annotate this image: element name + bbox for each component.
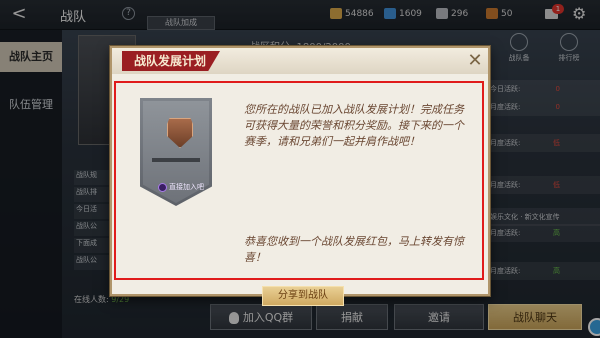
- share-to-team-button[interactable]: 分享到战队: [262, 286, 344, 306]
- dialog-body: 直接加入吧 您所在的战队已加入战队发展计划！完成任务可获得大量的荣誉和积分奖励。…: [112, 74, 488, 306]
- join-icon: [158, 182, 167, 192]
- dialog-message: 您所在的战队已加入战队发展计划！完成任务可获得大量的荣誉和积分奖励。接下来的一个…: [244, 103, 464, 148]
- close-button[interactable]: ✕: [464, 50, 486, 72]
- banner-join-label: 直接加入吧: [158, 182, 204, 192]
- dialog-reward-message: 恭喜您收到一个战队发展红包，马上转发有惊喜！: [244, 235, 464, 264]
- banner-join-text: 直接加入吧: [169, 183, 204, 191]
- dialog-header: 战队发展计划 ✕: [112, 48, 488, 74]
- dialog-title: 战队发展计划: [122, 51, 221, 71]
- team-development-dialog: 战队发展计划 ✕ 直接加入吧 您所在的战队已加入战队发展计划！完成任务可获得大量…: [110, 46, 490, 306]
- banner-name-bar: [152, 158, 200, 162]
